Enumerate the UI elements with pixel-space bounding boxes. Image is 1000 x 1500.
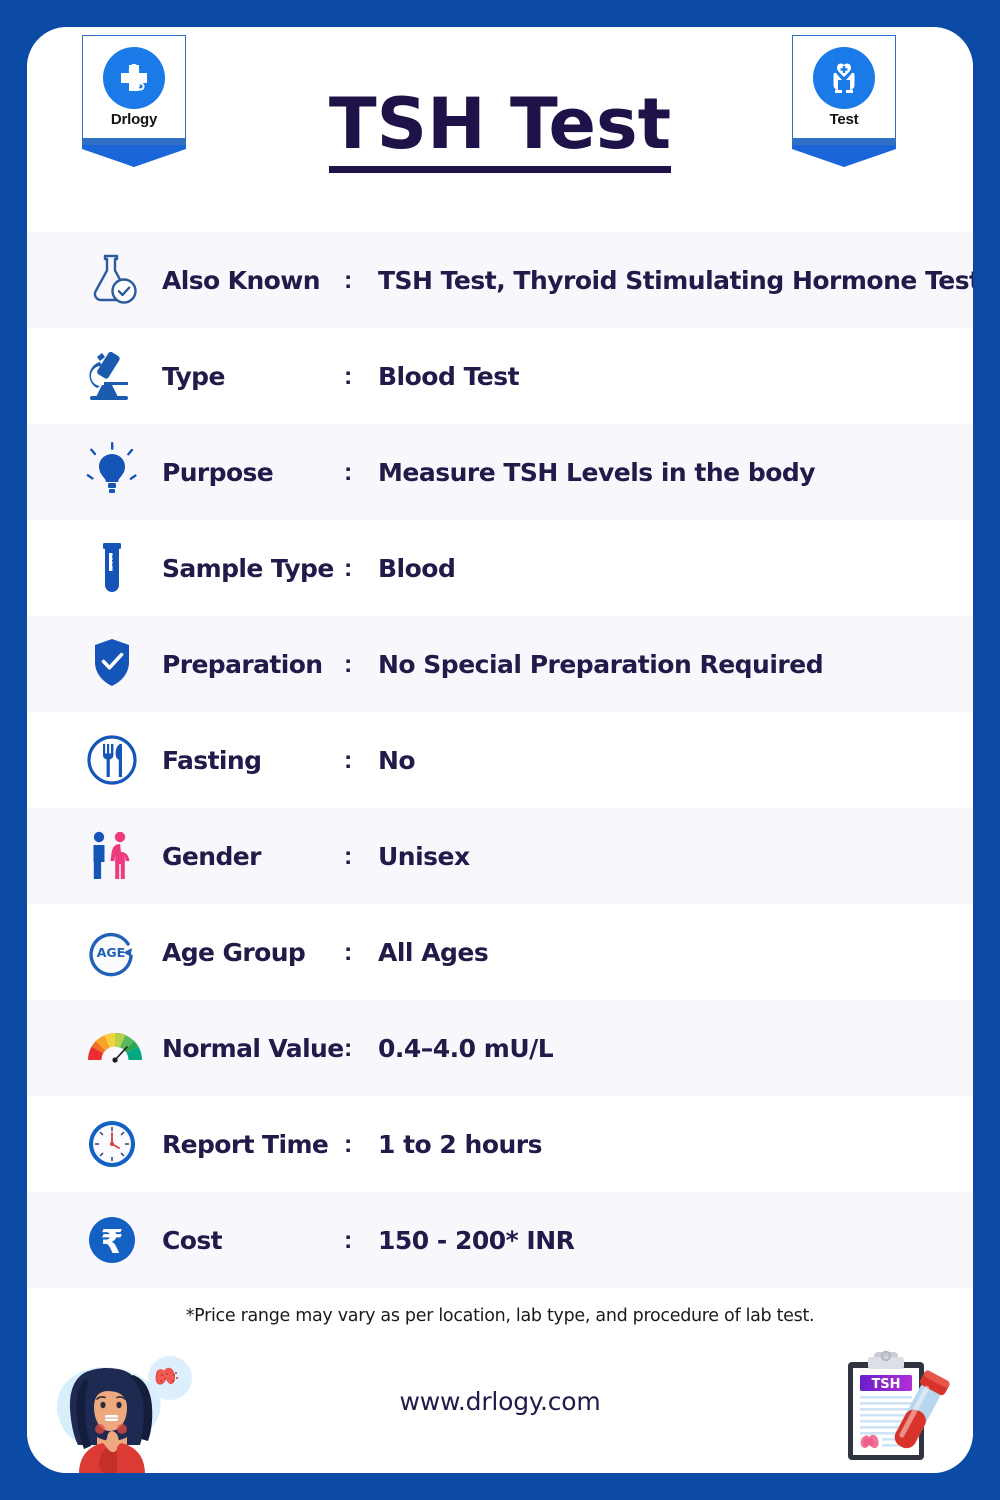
footer-url[interactable]: www.drlogy.com bbox=[399, 1387, 600, 1416]
row-label: Sample Type bbox=[162, 553, 334, 583]
flask-check-icon bbox=[84, 250, 162, 310]
spec-table: Also Known : TSH Test, Thyroid Stimulati… bbox=[27, 232, 973, 1288]
table-row: Report Time : 1 to 2 hours bbox=[27, 1096, 973, 1192]
table-row: Also Known : TSH Test, Thyroid Stimulati… bbox=[27, 232, 973, 328]
age-circle-icon: AGE bbox=[84, 922, 162, 982]
row-value: No Special Preparation Required bbox=[378, 649, 824, 679]
row-value: Measure TSH Levels in the body bbox=[378, 457, 816, 487]
page-title: TSH Test bbox=[328, 89, 672, 173]
row-value: Unisex bbox=[378, 841, 470, 871]
gauge-meter-icon bbox=[84, 1018, 162, 1078]
row-colon: : bbox=[344, 649, 353, 678]
row-label: Also Known bbox=[162, 265, 321, 295]
table-row: Sample Type : Blood bbox=[27, 520, 973, 616]
row-label: Normal Value bbox=[162, 1033, 344, 1063]
tsh-clipboard-blood-tube-illustration: TSH bbox=[830, 1340, 955, 1470]
woman-thyroid-illustration bbox=[37, 1349, 227, 1473]
table-row: ₹ Cost : 150 - 200* INR bbox=[27, 1192, 973, 1288]
poster-card: Drlogy Test TSH Test Also Known: TSH Te… bbox=[27, 27, 973, 1473]
table-row: Preparation : No Special Preparation Req… bbox=[27, 616, 973, 712]
rupee-coin-icon: ₹ bbox=[84, 1210, 162, 1270]
svg-text:₹: ₹ bbox=[101, 1222, 124, 1261]
row-label: Fasting bbox=[162, 745, 262, 775]
page-title-wrap: TSH Test bbox=[27, 89, 973, 173]
table-row: Purpose : Measure TSH Levels in the body bbox=[27, 424, 973, 520]
row-colon: : bbox=[344, 937, 353, 966]
table-row: Normal Value : 0.4–4.0 mU/L bbox=[27, 1000, 973, 1096]
header: Drlogy Test TSH Test bbox=[27, 27, 973, 232]
row-value: 1 to 2 hours bbox=[378, 1129, 543, 1159]
row-label: Type bbox=[162, 361, 225, 391]
row-value: No bbox=[378, 745, 416, 775]
row-value: TSH Test, Thyroid Stimulating Hormone Te… bbox=[378, 265, 973, 295]
shield-check-icon bbox=[84, 634, 162, 694]
row-colon: : bbox=[344, 553, 353, 582]
svg-text:TSH: TSH bbox=[871, 1377, 900, 1392]
row-value: All Ages bbox=[378, 937, 489, 967]
row-colon: : bbox=[344, 1129, 353, 1158]
row-label: Purpose bbox=[162, 457, 274, 487]
lightbulb-icon bbox=[84, 442, 162, 502]
row-label: Report Time bbox=[162, 1129, 329, 1159]
row-label: Age Group bbox=[162, 937, 306, 967]
row-colon: : bbox=[344, 457, 353, 486]
test-tube-icon bbox=[84, 538, 162, 598]
no-food-icon bbox=[84, 730, 162, 790]
svg-text:AGE: AGE bbox=[97, 945, 125, 960]
row-label: Gender bbox=[162, 841, 261, 871]
row-colon: : bbox=[344, 1225, 353, 1254]
table-row: Fasting : No bbox=[27, 712, 973, 808]
clock-icon bbox=[84, 1114, 162, 1174]
row-label: Preparation bbox=[162, 649, 323, 679]
row-colon: : bbox=[344, 841, 353, 870]
table-row: Type : Blood Test bbox=[27, 328, 973, 424]
row-colon: : bbox=[344, 1033, 353, 1062]
microscope-icon bbox=[84, 346, 162, 406]
row-value: Blood Test bbox=[378, 361, 520, 391]
row-value: Blood bbox=[378, 553, 456, 583]
table-row: Gender : Unisex bbox=[27, 808, 973, 904]
row-value: 0.4–4.0 mU/L bbox=[378, 1033, 554, 1063]
row-label: Cost bbox=[162, 1225, 223, 1255]
row-colon: : bbox=[344, 361, 353, 390]
male-female-icon bbox=[84, 826, 162, 886]
footer: www.drlogy.com TSH bbox=[27, 1326, 973, 1473]
table-row: AGE Age Group : All Ages bbox=[27, 904, 973, 1000]
row-value: 150 - 200* INR bbox=[378, 1225, 575, 1255]
row-colon: : bbox=[344, 745, 353, 774]
poster-root: Drlogy Test TSH Test Also Known: TSH Te… bbox=[0, 0, 1000, 1500]
row-colon: : bbox=[344, 265, 353, 294]
price-disclaimer: *Price range may vary as per location, l… bbox=[27, 1288, 973, 1326]
